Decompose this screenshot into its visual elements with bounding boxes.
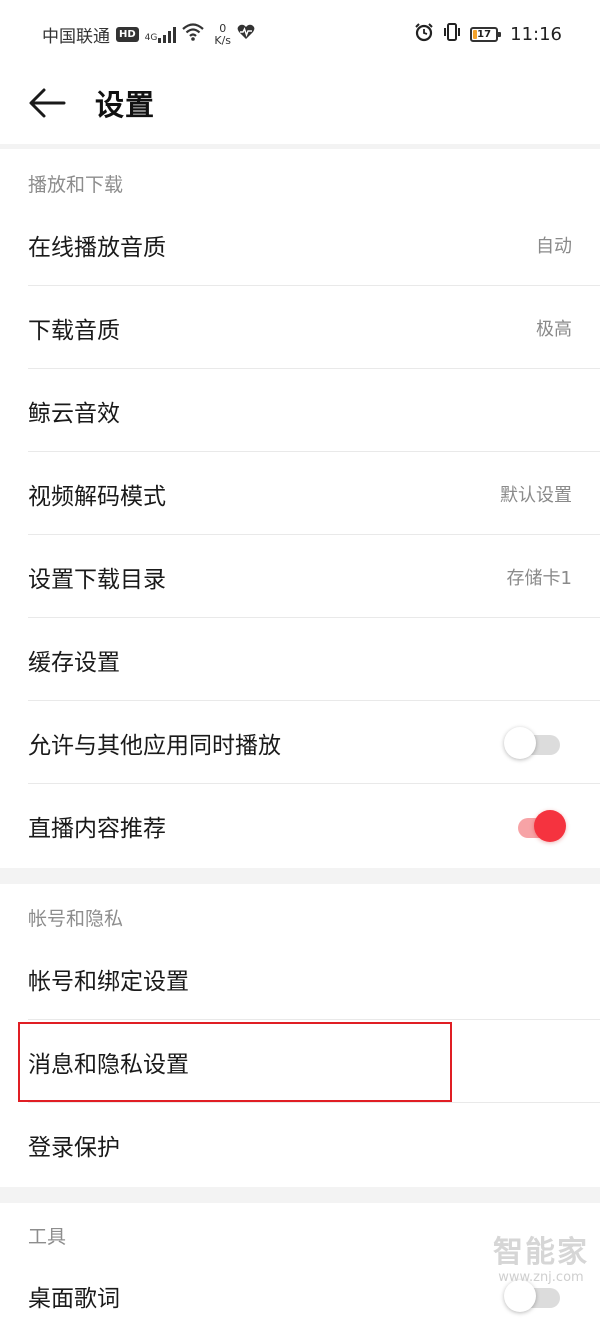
- status-bar-right: 17 11:16: [414, 22, 562, 47]
- wifi-icon: [182, 23, 205, 46]
- setting-download-quality[interactable]: 下载音质 极高: [0, 286, 600, 369]
- setting-download-directory[interactable]: 设置下载目录 存储卡1: [0, 535, 600, 618]
- battery-icon: 17: [470, 27, 502, 42]
- status-bar-left: 中国联通 HD 4G 0 K/s: [42, 22, 255, 47]
- setting-value: 极高: [536, 318, 572, 340]
- carrier-name: 中国联通: [42, 27, 110, 47]
- vibrate-icon: [442, 22, 462, 47]
- toggle-knob: [534, 809, 566, 842]
- speed-value: 0: [219, 21, 227, 35]
- setting-account-binding[interactable]: 帐号和绑定设置: [0, 937, 600, 1020]
- setting-cache[interactable]: 缓存设置: [0, 618, 600, 701]
- setting-video-decode[interactable]: 视频解码模式 默认设置: [0, 452, 600, 535]
- alarm-icon: [414, 22, 434, 47]
- arrow-left-icon[interactable]: [28, 86, 68, 120]
- setting-label: 允许与其他应用同时播放: [28, 732, 281, 759]
- status-bar: 中国联通 HD 4G 0 K/s 17 11:16: [0, 0, 600, 68]
- clock: 11:16: [510, 24, 562, 45]
- setting-label: 桌面歌词: [28, 1286, 120, 1312]
- setting-label: 视频解码模式: [28, 483, 166, 510]
- watermark: 智能家 www.znj.com: [488, 1236, 594, 1292]
- setting-label: 帐号和绑定设置: [28, 968, 189, 995]
- setting-label: 登录保护: [28, 1134, 120, 1161]
- section-title-playback: 播放和下载: [28, 174, 124, 196]
- speed-unit: K/s: [214, 33, 232, 47]
- section-title-tools: 工具: [28, 1226, 67, 1248]
- setting-sound-effect[interactable]: 鲸云音效: [0, 369, 600, 452]
- watermark-url: www.znj.com: [498, 1270, 584, 1285]
- setting-value: 存储卡1: [506, 567, 572, 589]
- heartbeat-icon: [237, 24, 255, 45]
- setting-message-privacy[interactable]: 消息和隐私设置: [0, 1020, 600, 1103]
- network-speed: 0 K/s: [214, 21, 232, 47]
- toggle-knob: [504, 726, 536, 759]
- setting-mix-playback: 允许与其他应用同时播放: [0, 701, 600, 784]
- setting-label: 设置下载目录: [28, 566, 166, 593]
- mix-playback-toggle[interactable]: [504, 726, 560, 759]
- setting-online-quality[interactable]: 在线播放音质 自动: [0, 203, 600, 286]
- setting-label: 缓存设置: [28, 649, 120, 676]
- setting-value: 默认设置: [500, 484, 572, 506]
- section-title-account: 帐号和隐私: [28, 908, 124, 930]
- setting-label: 下载音质: [28, 317, 120, 344]
- battery-level: 17: [477, 29, 492, 40]
- network-type: 4G: [144, 32, 158, 43]
- setting-label: 在线播放音质: [28, 234, 166, 261]
- setting-live-recommend: 直播内容推荐: [0, 784, 600, 867]
- section-divider: [0, 868, 600, 884]
- section-divider: [0, 144, 600, 149]
- setting-value: 自动: [536, 235, 572, 257]
- watermark-text: 智能家: [493, 1235, 589, 1270]
- signal-icon: 4G: [144, 26, 177, 43]
- section-divider: [0, 1187, 600, 1203]
- setting-login-protection[interactable]: 登录保护: [0, 1103, 600, 1186]
- setting-label: 消息和隐私设置: [28, 1051, 189, 1078]
- hd-badge: HD: [116, 27, 139, 42]
- page-title: 设置: [95, 88, 156, 122]
- setting-label: 直播内容推荐: [28, 815, 166, 842]
- header: 设置: [0, 68, 600, 144]
- setting-label: 鲸云音效: [28, 400, 120, 427]
- live-recommend-toggle[interactable]: [512, 809, 566, 842]
